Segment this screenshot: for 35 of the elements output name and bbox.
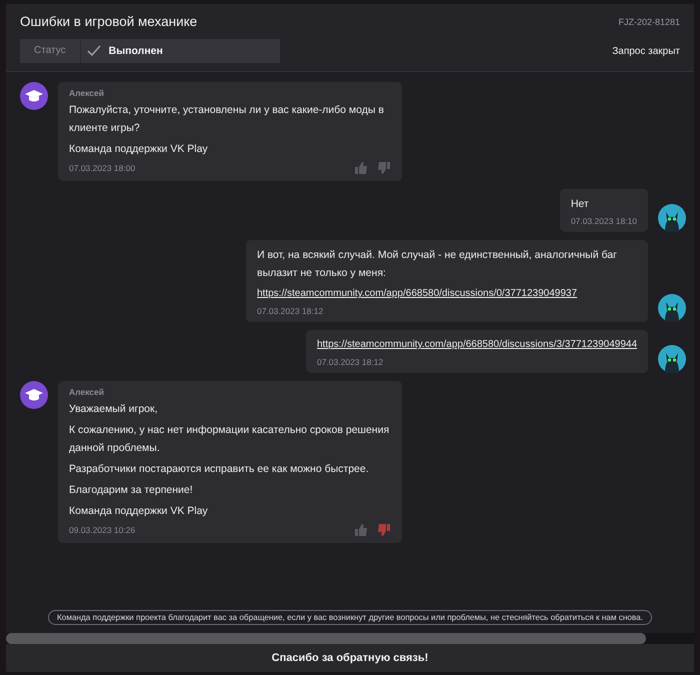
closed-note: Запрос закрыт (612, 46, 680, 56)
creature-avatar-icon (658, 345, 686, 373)
message-text: К сожалению, у нас нет информации касательно сроков решения данной проблемы. (69, 423, 390, 456)
creature-avatar-icon (658, 204, 686, 232)
message-text: Благодарим за терпение! (69, 483, 194, 498)
cap-avatar-icon (20, 381, 48, 409)
message-text: Команда поддержки VK Play (69, 142, 209, 157)
message-time: 07.03.2023 18:12 (257, 306, 324, 316)
status-value: Выполнен (108, 45, 163, 57)
message-text: Разработчики постараются исправить ее как можно быстрее. (69, 462, 370, 477)
message-text: И вот, на всякий случай. Мой случай - не единственный, аналогичный баг вылазит не только у меня: (257, 248, 618, 281)
thumb-down-icon[interactable] (377, 161, 391, 175)
message-text: Нет (570, 197, 590, 212)
message-time: 07.03.2023 18:10 (570, 216, 637, 226)
ticket-id: FJZ-202-81281 (618, 16, 680, 26)
message-text: Уважаемый игрок, (69, 402, 159, 417)
check-icon (86, 45, 101, 57)
author-name: Алексей (69, 387, 105, 397)
message-link[interactable]: https://steamcommunity.com/app/668580/discussions/0/3771239049937 (257, 285, 637, 303)
footer-text: Спасибо за обратную связь! (272, 652, 428, 664)
thumb-up-icon[interactable] (354, 161, 368, 175)
message-link[interactable]: https://steamcommunity.com/app/668580/discussions/3/3771239049944 (316, 336, 637, 354)
message-time: 07.03.2023 18:12 (316, 357, 384, 367)
thumb-down-icon[interactable] (377, 523, 391, 537)
thumb-up-icon[interactable] (354, 523, 368, 537)
message-text: Пожалуйста, уточните, установлены ли у вас какие-либо моды в клиенте игры? (69, 103, 385, 136)
status-label: Статус (20, 39, 81, 63)
message-time: 09.03.2023 10:26 (69, 525, 136, 535)
message-text: Команда поддержки VK Play (69, 504, 209, 519)
cap-avatar-icon (20, 82, 48, 110)
message-time: 07.03.2023 18:00 (69, 163, 136, 173)
creature-avatar-icon (658, 294, 686, 322)
author-name: Алексей (69, 88, 105, 98)
thank-you-notice: Команда поддержки проекта благодарит вас за обращение, если у вас возникнут другие вопросы или проблемы, не стесняйтесь обратиться к нам снова. (48, 610, 652, 625)
ticket-title: Ошибки в игровой механике (20, 14, 198, 29)
